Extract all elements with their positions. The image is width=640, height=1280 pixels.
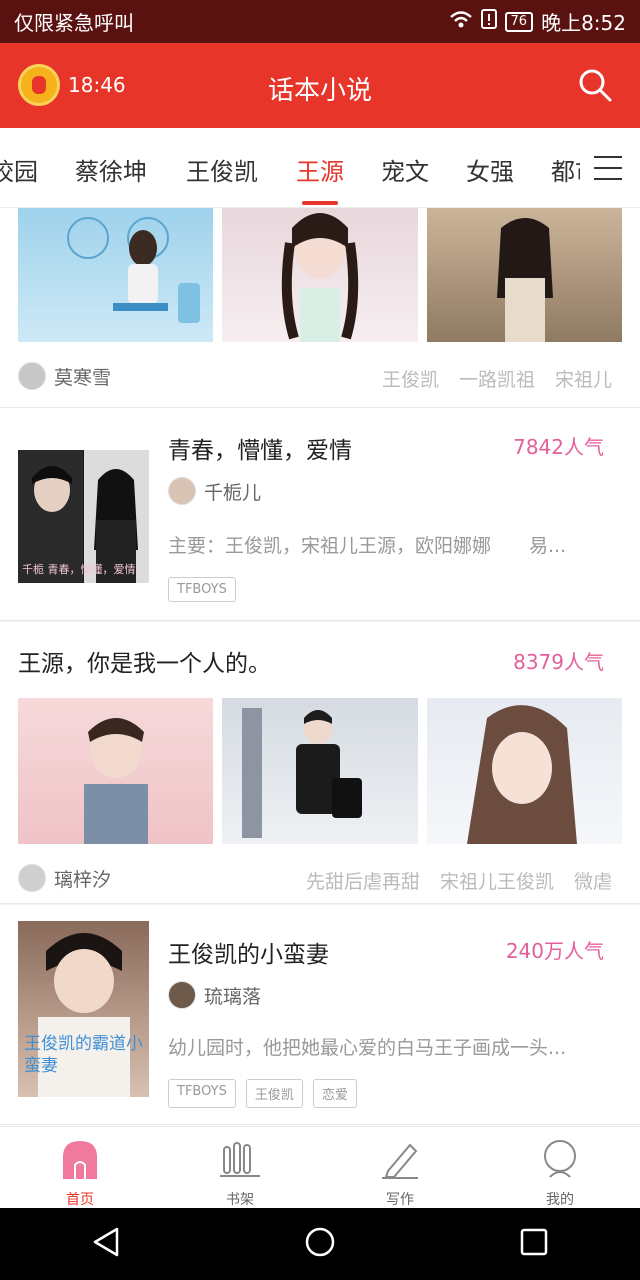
cover-text: 千栀 青春，懵懂，爱情 <box>22 563 136 576</box>
author[interactable]: 琉璃落 <box>168 981 261 1009</box>
home-button-icon[interactable] <box>304 1226 336 1262</box>
profile-icon <box>540 1139 580 1183</box>
author[interactable]: 莫寒雪 <box>18 362 111 390</box>
book-title[interactable]: 王俊凯的小蛮妻 <box>168 935 329 969</box>
cover-image <box>18 698 213 844</box>
tag[interactable]: 微虐 <box>574 867 612 894</box>
book-description: 幼儿园时，他把她最心爱的白马王子画成一头... <box>168 1037 567 1059</box>
popularity: 8379人气 <box>513 650 604 674</box>
active-tab-indicator <box>302 201 338 205</box>
nav-bookshelf[interactable]: 书架 <box>160 1127 320 1208</box>
nav-label: 书架 <box>226 1192 254 1208</box>
nav-write[interactable]: 写作 <box>320 1127 480 1208</box>
cover-image <box>427 208 622 342</box>
badge[interactable]: TFBOYS <box>168 1079 236 1108</box>
app-title: 话本小说 <box>267 76 372 106</box>
sim-alert-icon <box>480 9 497 34</box>
book-title[interactable]: 青春，懵懂，爱情 <box>168 431 352 465</box>
story-tags: 王俊凯 一路凯祖 宋祖儿 <box>382 365 612 392</box>
avatar <box>18 362 46 390</box>
cover-text: 王俊凯的霸道小蛮妻 <box>24 1034 143 1076</box>
badge-list: TFBOYS 王俊凯 恋爱 <box>168 1079 367 1108</box>
nav-label: 我的 <box>546 1192 574 1208</box>
story-card[interactable]: 千栀 青春，懵懂，爱情 青春，懵懂，爱情 7842人气 千栀儿 主要：王俊凯，宋… <box>0 409 640 621</box>
tab-campus[interactable]: 校园 <box>0 152 38 187</box>
popularity: 7842人气 <box>513 435 604 459</box>
tab-wang-yuan[interactable]: 王源 <box>296 152 344 187</box>
cover-image <box>427 698 622 844</box>
tag[interactable]: 一路凯祖 <box>459 365 535 392</box>
status-bar: 仅限紧急呼叫 76 晚上8:52 <box>0 0 640 43</box>
home-icon <box>61 1139 99 1183</box>
cover-image <box>18 208 213 342</box>
tag[interactable]: 宋祖儿王俊凯 <box>440 867 554 894</box>
tab-pampering[interactable]: 宠文 <box>381 152 429 187</box>
category-tabs: 校园 蔡徐坤 王俊凯 王源 宠文 女强 都市 <box>0 128 640 208</box>
nav-home[interactable]: 首页 <box>0 1127 160 1208</box>
back-icon[interactable] <box>91 1226 121 1262</box>
avatar <box>168 981 196 1009</box>
search-icon[interactable] <box>578 68 612 102</box>
tab-cai-xukun[interactable]: 蔡徐坤 <box>75 152 147 187</box>
clock-time: 晚上8:52 <box>541 11 626 35</box>
author-name: 琉璃落 <box>204 985 262 1008</box>
cover-image <box>222 698 418 844</box>
nav-profile[interactable]: 我的 <box>480 1127 640 1208</box>
book-cover: 王俊凯的霸道小蛮妻 <box>18 921 149 1097</box>
badge[interactable]: 王俊凯 <box>245 1079 303 1108</box>
avatar <box>168 477 196 505</box>
badge[interactable]: TFBOYS <box>168 577 236 602</box>
popularity: 240万人气 <box>505 939 604 963</box>
bottom-nav: 首页 书架 写作 我的 <box>0 1126 640 1208</box>
tag[interactable]: 先甜后虐再甜 <box>306 867 420 894</box>
story-tags: 先甜后虐再甜 宋祖儿王俊凯 微虐 <box>306 867 612 894</box>
system-nav-bar <box>0 1208 640 1280</box>
author-name: 千栀儿 <box>204 481 262 504</box>
author[interactable]: 千栀儿 <box>168 477 261 505</box>
nav-label: 首页 <box>66 1192 94 1208</box>
wifi-icon <box>449 9 473 34</box>
tag[interactable]: 宋祖儿 <box>555 365 612 392</box>
tag[interactable]: 王俊凯 <box>382 365 439 392</box>
avatar <box>18 864 46 892</box>
recents-icon[interactable] <box>519 1227 549 1261</box>
badge-list: TFBOYS <box>168 577 246 602</box>
cover-image <box>222 208 418 342</box>
badge[interactable]: 恋爱 <box>312 1079 357 1108</box>
story-card[interactable]: 王源，你是我一个人的。 8379人气 璃梓汐 先甜后虐再甜 宋祖儿王俊凯 微虐 <box>0 622 640 904</box>
app-header: 18:46 话本小说 <box>0 43 640 128</box>
pen-icon <box>380 1139 420 1183</box>
story-title[interactable]: 王源，你是我一个人的。 <box>18 644 271 678</box>
book-description: 主要：王俊凯，宋祖儿王源，欧阳娜娜 易... <box>168 535 567 557</box>
author[interactable]: 璃梓汐 <box>18 864 111 892</box>
battery-icon: 76 <box>504 11 534 32</box>
story-card[interactable]: 王俊凯的霸道小蛮妻 王俊凯的小蛮妻 240万人气 琉璃落 幼儿园时，他把她最心爱… <box>0 905 640 1125</box>
nav-label: 写作 <box>386 1192 414 1208</box>
tab-strong-female[interactable]: 女强 <box>466 152 514 187</box>
menu-icon[interactable] <box>580 128 640 207</box>
book-cover: 千栀 青春，懵懂，爱情 <box>18 450 149 583</box>
emergency-calls-text: 仅限紧急呼叫 <box>14 11 134 35</box>
story-card[interactable]: 莫寒雪 王俊凯 一路凯祖 宋祖儿 <box>0 208 640 408</box>
author-name: 璃梓汐 <box>54 868 112 891</box>
bookshelf-icon <box>220 1139 260 1183</box>
feed[interactable]: 莫寒雪 王俊凯 一路凯祖 宋祖儿 千栀 青春，懵懂，爱情 青春，懵懂，爱情 78… <box>0 208 640 1126</box>
author-name: 莫寒雪 <box>54 366 112 389</box>
tab-wang-junkai[interactable]: 王俊凯 <box>186 152 258 187</box>
